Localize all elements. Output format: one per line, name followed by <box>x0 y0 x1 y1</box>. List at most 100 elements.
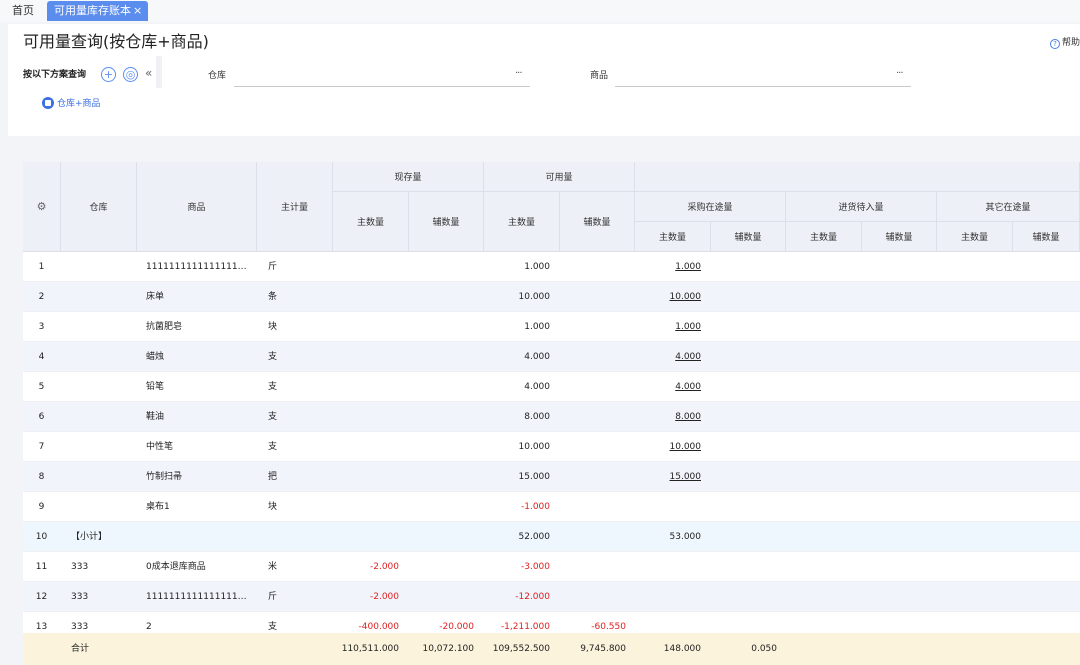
col-po-main[interactable]: 主数量 <box>635 222 711 252</box>
cell-avail-aux <box>560 312 626 342</box>
cell-avail-main: 1.000 <box>524 322 550 332</box>
row-number: 9 <box>38 502 45 512</box>
cell-product <box>146 522 252 552</box>
col-purchase-transit: 采购在途量 <box>635 192 786 222</box>
cell-unit: 条 <box>268 292 278 302</box>
gear-icon[interactable]: ⚙ <box>37 200 47 213</box>
cell-avail-aux <box>560 342 626 372</box>
cell-po-main[interactable]: 1.000 <box>635 312 701 342</box>
cell-unit: 把 <box>268 472 278 482</box>
total-stock-main: 110,511.000 <box>341 644 399 654</box>
table-row[interactable]: 11 333 0成本退库商品 米 -2.000 -3.000 <box>23 552 1080 582</box>
column-settings[interactable]: ⚙ <box>23 162 61 252</box>
row-number: 12 <box>35 592 48 602</box>
tab-home[interactable]: 首页 <box>12 3 34 19</box>
cell-po-main[interactable]: 8.000 <box>635 402 701 432</box>
table-row[interactable]: 12 333 111111111111111111111... 斤 -2.000 -12.… <box>23 582 1080 612</box>
row-number: 4 <box>38 352 45 362</box>
cell-po-main[interactable]: 10.000 <box>635 282 702 312</box>
cell-stock-main <box>333 342 399 372</box>
total-po-aux: 0.050 <box>751 644 777 654</box>
table-row[interactable]: 3 抗菌肥皂 块 1.000 1.000 <box>23 312 1080 342</box>
col-avail-main[interactable]: 主数量 <box>484 192 560 252</box>
table-row[interactable]: 10 【小计】 52.000 53.000 <box>23 522 1080 552</box>
cell-avail-main: -1.000 <box>520 502 550 512</box>
divider <box>156 56 162 88</box>
product-more-icon[interactable]: ··· <box>896 68 903 80</box>
col-incoming-pending: 进货待入量 <box>786 192 937 222</box>
col-product[interactable]: 商品 <box>137 162 257 252</box>
warehouse-input[interactable] <box>234 86 530 87</box>
col-other-main[interactable]: 主数量 <box>937 222 1013 252</box>
help-label: 帮助 <box>1061 38 1080 48</box>
help-icon: ? <box>1049 39 1060 49</box>
tab-inventory-ledger[interactable]: 可用量库存账本 × <box>47 1 149 21</box>
cell-stock-aux <box>409 312 474 342</box>
cell-product: 抗菌肥皂 <box>146 322 183 332</box>
total-avail-aux: 9,745.800 <box>580 644 626 654</box>
cell-po-main: 53.000 <box>669 532 702 542</box>
col-other-transit: 其它在途量 <box>937 192 1080 222</box>
cell-stock-main: -2.000 <box>369 592 399 602</box>
cell-product: 床单 <box>146 292 165 302</box>
table-row[interactable]: 7 中性笔 支 10.000 10.000 <box>23 432 1080 462</box>
target-scheme-icon[interactable]: ◎ <box>123 67 138 82</box>
add-scheme-icon[interactable]: + <box>101 67 116 82</box>
cell-unit: 斤 <box>268 262 278 272</box>
cell-stock-main <box>333 492 399 522</box>
col-in-main[interactable]: 主数量 <box>786 222 862 252</box>
cell-unit: 支 <box>268 412 278 422</box>
row-number: 8 <box>38 472 45 482</box>
table-row[interactable]: 6 鞋油 支 8.000 8.000 <box>23 402 1080 432</box>
cell-stock-main <box>333 522 399 552</box>
cell-unit: 支 <box>268 352 278 362</box>
cell-po-main[interactable]: 10.000 <box>635 432 702 462</box>
cell-avail-main: 15.000 <box>518 472 551 482</box>
cell-product: 中性笔 <box>146 442 174 452</box>
cell-stock-aux <box>409 552 474 582</box>
row-number: 2 <box>38 292 45 302</box>
cell-avail-aux <box>560 282 626 312</box>
row-number: 7 <box>38 442 45 452</box>
product-input[interactable] <box>615 86 911 87</box>
col-stock-main[interactable]: 主数量 <box>333 192 409 252</box>
col-stock-aux[interactable]: 辅数量 <box>409 192 484 252</box>
table-row[interactable]: 9 桌布1 块 -1.000 <box>23 492 1080 522</box>
table-row[interactable]: 1 111111111111111111111... 斤 1.000 1.000 <box>23 252 1080 282</box>
table-row[interactable]: 2 床单 条 10.000 10.000 <box>23 282 1080 312</box>
tab-label: 可用量库存账本 <box>54 4 131 17</box>
cell-product: 111111111111111111111... <box>146 262 252 272</box>
cell-product: 桌布1 <box>146 502 170 512</box>
table-row[interactable]: 5 铅笔 支 4.000 4.000 <box>23 372 1080 402</box>
help-link[interactable]: ? 帮助 <box>1049 37 1080 49</box>
cell-po-main[interactable]: 4.000 <box>635 342 701 372</box>
cell-avail-main: 1.000 <box>524 262 550 272</box>
cell-warehouse: 333 <box>71 592 89 602</box>
collapse-icon[interactable]: « <box>145 66 152 80</box>
col-main-unit[interactable]: 主计量 <box>257 162 333 252</box>
cell-po-main[interactable]: 4.000 <box>635 372 701 402</box>
query-panel: 可用量查询(按仓库+商品) ? 帮助 按以下方案查询 + ◎ « 仓库 ··· 商… <box>8 24 1080 136</box>
tab-bar: 首页 可用量库存账本 × <box>0 0 1080 22</box>
cell-warehouse: 333 <box>71 562 89 572</box>
cell-unit: 斤 <box>268 592 278 602</box>
cell-unit: 块 <box>268 502 278 512</box>
cell-po-main[interactable]: 15.000 <box>635 462 702 492</box>
cell-avail-aux <box>560 402 626 432</box>
close-icon[interactable]: × <box>133 4 142 17</box>
cell-avail-aux <box>560 432 626 462</box>
cell-po-main[interactable]: 1.000 <box>635 252 701 282</box>
col-po-aux[interactable]: 辅数量 <box>711 222 786 252</box>
col-other-aux[interactable]: 辅数量 <box>1013 222 1080 252</box>
table-row[interactable]: 4 蜡烛 支 4.000 4.000 <box>23 342 1080 372</box>
row-number: 10 <box>35 532 48 542</box>
inventory-table: ⚙ 仓库 商品 主计量 现存量 主数量 辅数量 可用量 主数量 辅数量 采购在途… <box>23 162 1080 665</box>
warehouse-more-icon[interactable]: ··· <box>515 68 522 80</box>
cell-avail-main: -3.000 <box>520 562 550 572</box>
table-row[interactable]: 8 竹制扫帚 把 15.000 15.000 <box>23 462 1080 492</box>
cell-stock-aux <box>409 402 474 432</box>
col-warehouse[interactable]: 仓库 <box>61 162 137 252</box>
scheme-warehouse-product[interactable]: 仓库+商品 <box>42 97 101 111</box>
col-avail-aux[interactable]: 辅数量 <box>560 192 635 252</box>
col-in-aux[interactable]: 辅数量 <box>862 222 937 252</box>
